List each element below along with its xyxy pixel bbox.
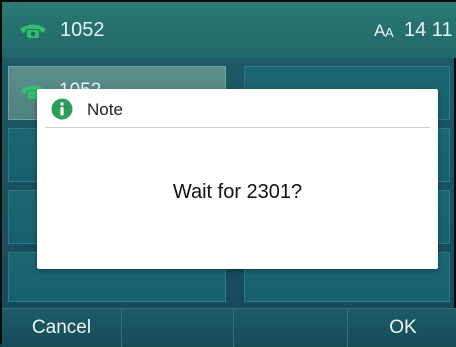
font-size-icon[interactable]: A A (374, 18, 400, 40)
phone-screen: 1052 A A 14 11 1052 Cancel OK (0, 0, 456, 347)
cancel-button[interactable]: Cancel (2, 309, 122, 347)
line-label: 1052 (60, 19, 105, 41)
softkey-bar: Cancel OK (2, 308, 456, 347)
dialog-title: Note (87, 100, 123, 119)
dialog-message: Wait for 2301? (172, 181, 303, 203)
info-icon (51, 98, 73, 120)
softkey-2[interactable] (122, 309, 234, 347)
note-dialog: Note Wait for 2301? (37, 89, 438, 269)
dialog-header: Note (45, 89, 430, 128)
svg-text:A: A (385, 25, 394, 40)
softkey-3[interactable] (234, 309, 348, 347)
phone-handset-icon (20, 24, 46, 38)
status-bar: 1052 A A 14 11 (2, 2, 456, 58)
ok-button[interactable]: OK (348, 309, 456, 347)
clock: 14 11 (404, 19, 453, 41)
